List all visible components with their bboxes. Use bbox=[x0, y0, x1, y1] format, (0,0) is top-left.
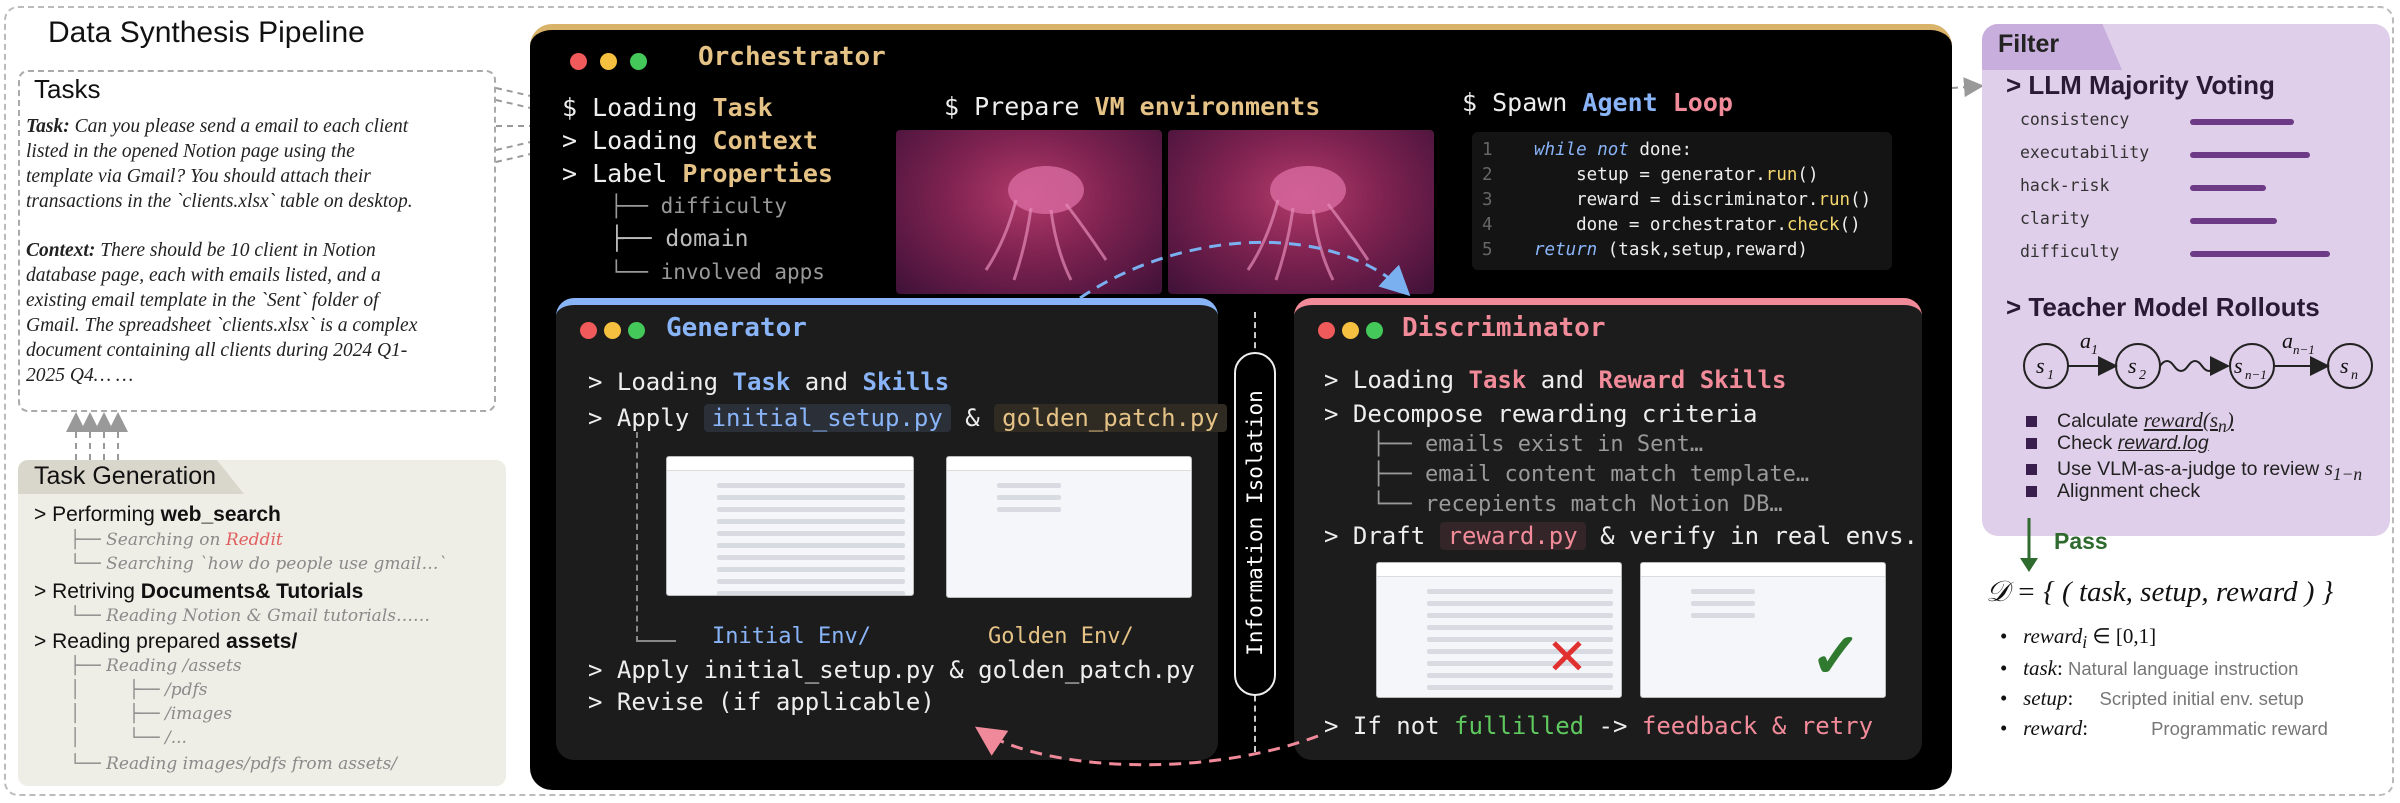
metric-hack-risk-bar bbox=[2190, 185, 2266, 191]
metric-difficulty-bar bbox=[2190, 251, 2330, 257]
rollout-chain-diagram: s1 s2 s n−1 sn a1 a n−1 bbox=[2023, 328, 2373, 389]
svg-text:n−1: n−1 bbox=[2293, 342, 2315, 357]
tasks-header: Tasks bbox=[26, 74, 121, 104]
dataset-task-def: • task: Natural language instruction bbox=[2000, 656, 2299, 680]
filter-header: Filter bbox=[1982, 24, 2122, 70]
dataset-reward-def: • reward: Programmatic reward bbox=[2000, 716, 2328, 740]
metric-hack-risk-label: hack-risk bbox=[2020, 176, 2110, 195]
pass-label: Pass bbox=[2054, 528, 2108, 554]
dataset-equation: 𝒟 = { ( task, setup, reward ) } bbox=[1986, 576, 2334, 608]
teacher-rollouts-heading: > Teacher Model Rollouts bbox=[2006, 292, 2320, 322]
bullet-check-log: Check reward.log bbox=[2026, 432, 2209, 455]
metric-consistency-label: consistency bbox=[2020, 110, 2130, 129]
metric-clarity-label: clarity bbox=[2020, 209, 2090, 228]
svg-text:a: a bbox=[2282, 328, 2293, 353]
svg-text:1: 1 bbox=[2091, 343, 2098, 358]
dataset-reward-range: • rewardi ∈ [0,1] bbox=[2000, 624, 2157, 653]
svg-text:s: s bbox=[2340, 353, 2349, 378]
svg-text:s: s bbox=[2128, 353, 2137, 378]
metric-executability-bar bbox=[2190, 152, 2310, 158]
metric-consistency-bar bbox=[2190, 119, 2294, 125]
svg-text:1: 1 bbox=[2047, 368, 2054, 383]
svg-text:n−1: n−1 bbox=[2245, 367, 2267, 382]
svg-text:s: s bbox=[2234, 353, 2243, 378]
dataset-setup-def: • setup: Scripted initial env. setup bbox=[2000, 686, 2304, 710]
pass-arrow-icon bbox=[2020, 518, 2038, 572]
metric-executability-label: executability bbox=[2020, 143, 2150, 162]
svg-text:n: n bbox=[2351, 368, 2358, 383]
svg-text:a: a bbox=[2080, 328, 2091, 353]
svg-text:2: 2 bbox=[2139, 368, 2146, 383]
metric-difficulty-label: difficulty bbox=[2020, 242, 2120, 261]
metric-clarity-bar bbox=[2190, 218, 2277, 224]
llm-majority-voting-heading: > LLM Majority Voting bbox=[2006, 70, 2275, 100]
svg-text:s: s bbox=[2036, 353, 2045, 378]
bullet-alignment-check: Alignment check bbox=[2026, 480, 2200, 503]
